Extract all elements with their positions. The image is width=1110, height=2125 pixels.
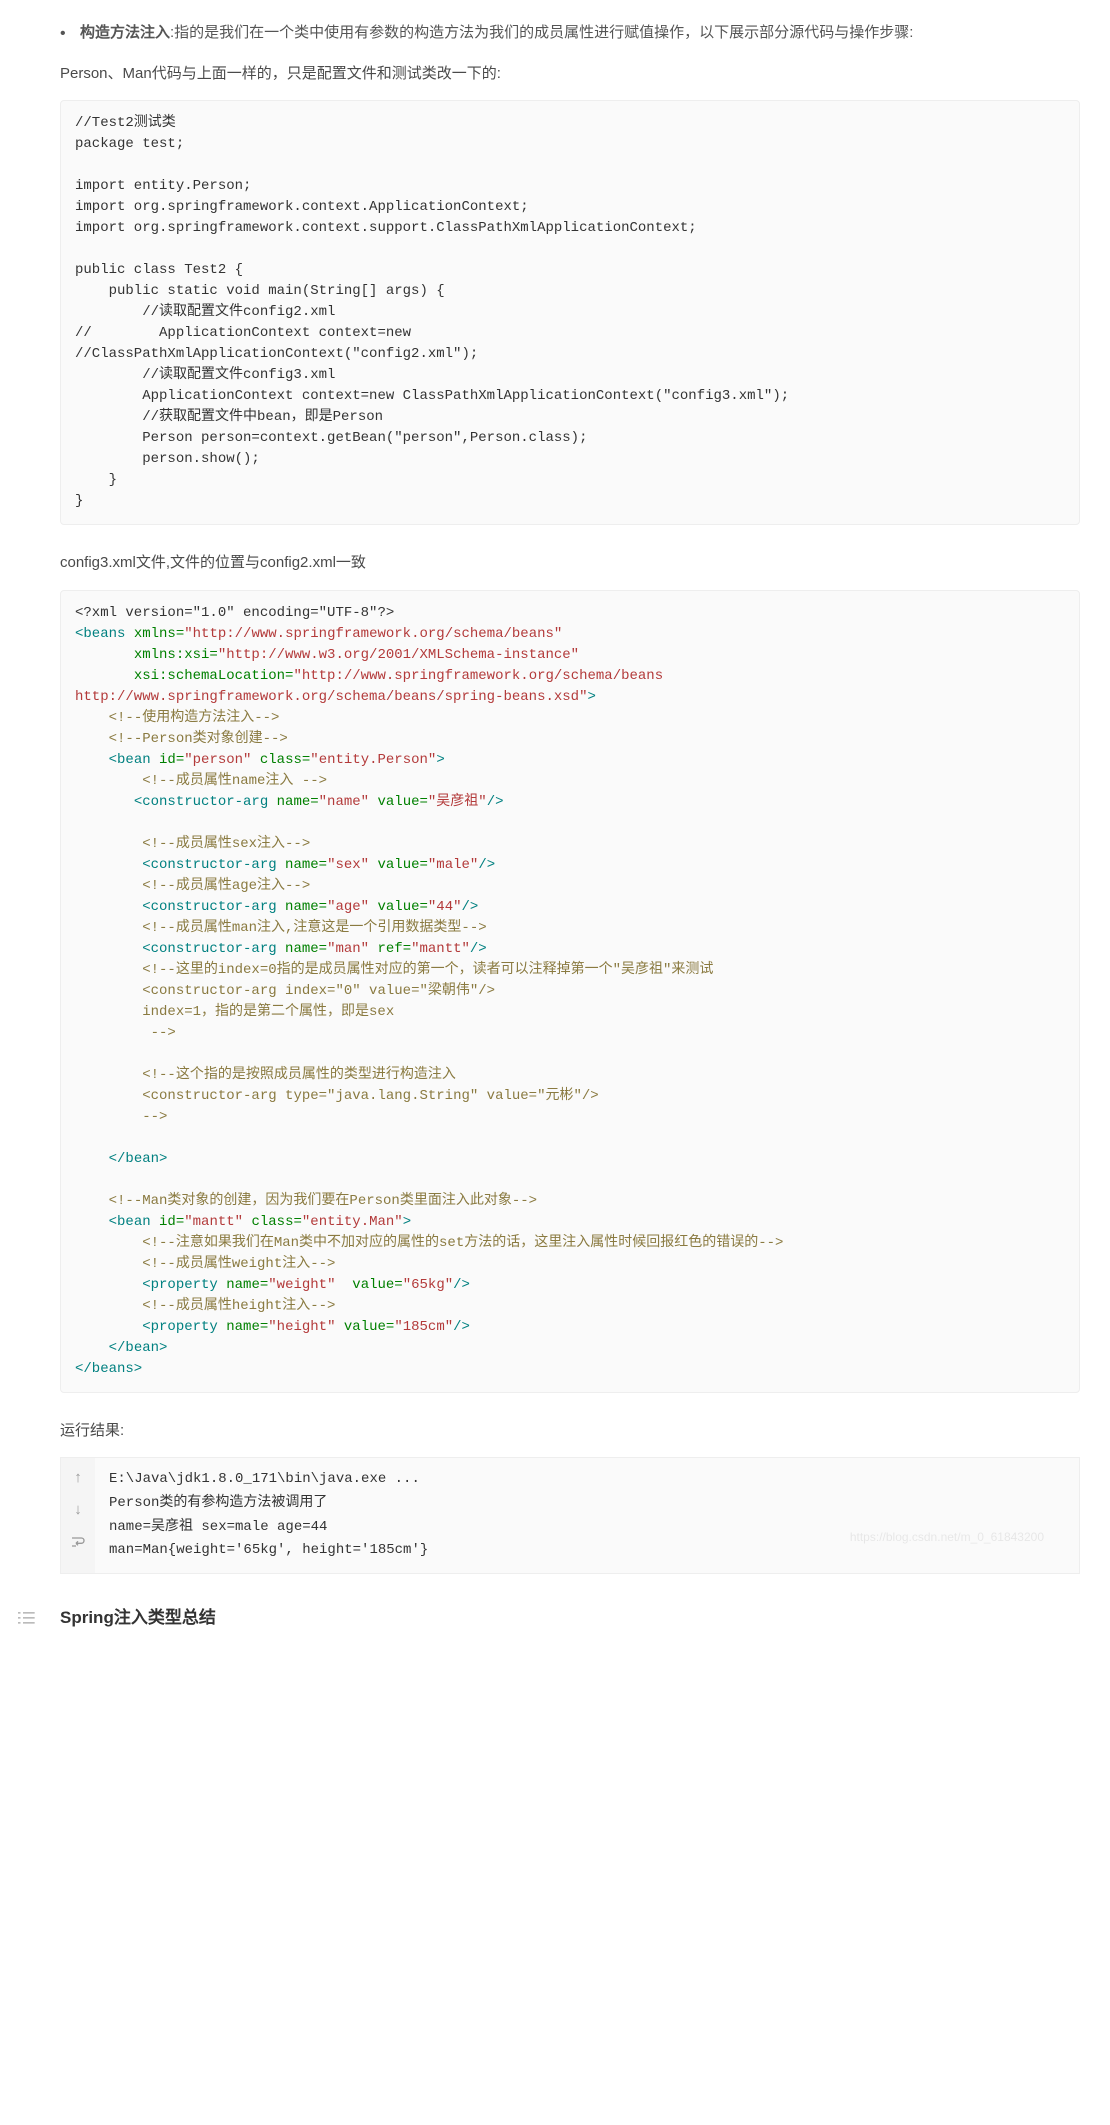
xml-comment: --> [142, 1025, 176, 1041]
xml-attr: value= [377, 857, 427, 873]
xml-comment: <!--这个指的是按照成员属性的类型进行构造注入 [142, 1067, 456, 1083]
xml-string: "sex" [327, 857, 369, 873]
xml-tag: > [587, 689, 595, 705]
list-icon [18, 1606, 38, 1622]
bullet-desc: :指的是我们在一个类中使用有参数的构造方法为我们的成员属性进行赋值操作，以下展示… [170, 24, 913, 41]
xml-comment: <constructor-arg type="java.lang.String"… [142, 1088, 598, 1104]
bullet-item: 构造方法注入:指的是我们在一个类中使用有参数的构造方法为我们的成员属性进行赋值操… [60, 20, 1080, 46]
xml-string: "65kg" [403, 1277, 453, 1293]
xml-comment: <!--成员属性man注入,注意这是一个引用数据类型--> [142, 920, 486, 936]
xml-attr: class= [251, 1214, 301, 1230]
xml-tag: /> [478, 857, 495, 873]
xml-comment: <!--这里的index=0指的是成员属性对应的第一个，读者可以注释掉第一个"吴… [142, 962, 713, 978]
xml-comment: <!--成员属性age注入--> [142, 878, 310, 894]
xml-comment: index=1，指的是第二个属性，即是sex [142, 1004, 394, 1020]
xml-string: "吴彦祖" [428, 794, 487, 810]
xml-tag-end: </bean> [109, 1340, 168, 1356]
output-block: ↑ ↓ E:\Java\jdk1.8.0_171\bin\java.exe ..… [60, 1457, 1080, 1574]
xml-comment: <!--Man类对象的创建，因为我们要在Person类里面注入此对象--> [109, 1193, 537, 1209]
xml-comment: <!--Person类对象创建--> [109, 731, 288, 747]
xml-tag: <bean [109, 752, 151, 768]
xml-attr: id= [159, 752, 184, 768]
xml-string: "entity.Man" [302, 1214, 403, 1230]
xml-comment: <!--成员属性sex注入--> [142, 836, 310, 852]
xml-attr: name= [285, 899, 327, 915]
output-sidebar: ↑ ↓ [61, 1458, 95, 1573]
xml-tag: /> [470, 941, 487, 957]
xml-comment: <!--注意如果我们在Man类中不加对应的属性的set方法的话，这里注入属性时候… [142, 1235, 783, 1251]
xml-attr: id= [159, 1214, 184, 1230]
xml-attr: name= [277, 794, 319, 810]
xml-tag: /> [453, 1277, 470, 1293]
xml-string: "person" [184, 752, 251, 768]
xml-attr: ref= [377, 941, 411, 957]
xml-tag: <constructor-arg [142, 899, 276, 915]
xml-string: "185cm" [394, 1319, 453, 1335]
xml-comment: <!--使用构造方法注入--> [109, 710, 280, 726]
xml-tag: <constructor-arg [142, 857, 276, 873]
xml-comment: <constructor-arg index="0" value="梁朝伟"/> [142, 983, 495, 999]
xml-string: "http://www.w3.org/2001/XMLSchema-instan… [218, 647, 579, 663]
xml-tag: <constructor-arg [142, 941, 276, 957]
xml-string: "male" [428, 857, 478, 873]
xml-tag: <beans [75, 626, 125, 642]
xml-string: "name" [319, 794, 369, 810]
xml-tag-end: </beans> [75, 1361, 142, 1377]
xml-string: "age" [327, 899, 369, 915]
xml-string: "mantt" [184, 1214, 243, 1230]
xml-attr: name= [226, 1277, 268, 1293]
xml-attr: class= [260, 752, 310, 768]
xml-tag: /> [462, 899, 479, 915]
paragraph: config3.xml文件,文件的位置与config2.xml一致 [60, 550, 1080, 576]
xml-attr: name= [226, 1319, 268, 1335]
xml-attr: name= [285, 857, 327, 873]
xml-attr: xsi:schemaLocation= [134, 668, 294, 684]
watermark-text: https://blog.csdn.net/m_0_61843200 [850, 1527, 1044, 1547]
xml-tag: <property [142, 1319, 218, 1335]
xml-tag-end: </bean> [109, 1151, 168, 1167]
xml-string: "entity.Person" [310, 752, 436, 768]
xml-comment: <!--成员属性height注入--> [142, 1298, 335, 1314]
xml-attr: name= [285, 941, 327, 957]
xml-tag: > [403, 1214, 411, 1230]
arrow-up-icon[interactable]: ↑ [70, 1470, 86, 1486]
bullet-text: 构造方法注入:指的是我们在一个类中使用有参数的构造方法为我们的成员属性进行赋值操… [80, 24, 913, 41]
section-heading: Spring注入类型总结 [60, 1604, 1080, 1633]
output-text: E:\Java\jdk1.8.0_171\bin\java.exe ... Pe… [95, 1458, 1079, 1573]
arrow-down-icon[interactable]: ↓ [70, 1502, 86, 1518]
xml-attr: xmlns:xsi= [134, 647, 218, 663]
bullet-label: 构造方法注入 [80, 24, 170, 41]
wrap-icon[interactable] [70, 1534, 86, 1550]
xml-tag: > [436, 752, 444, 768]
xml-tag: /> [453, 1319, 470, 1335]
paragraph: Person、Man代码与上面一样的，只是配置文件和测试类改一下的: [60, 61, 1080, 87]
xml-string: "weight" [268, 1277, 335, 1293]
xml-comment: <!--成员属性name注入 --> [142, 773, 327, 789]
heading-text: Spring注入类型总结 [60, 1608, 216, 1627]
xml-tag: <property [142, 1277, 218, 1293]
xml-attr: value= [344, 1319, 394, 1335]
xml-comment: <!--成员属性weight注入--> [142, 1256, 335, 1272]
paragraph: 运行结果: [60, 1418, 1080, 1444]
xml-attr: value= [377, 899, 427, 915]
xml-string: "mantt" [411, 941, 470, 957]
xml-string: "http://www.springframework.org/schema/b… [184, 626, 562, 642]
code-block-java: //Test2测试类 package test; import entity.P… [60, 100, 1080, 525]
xml-pi: <?xml version="1.0" encoding="UTF-8"?> [75, 605, 394, 621]
xml-attr: xmlns= [134, 626, 184, 642]
xml-comment: --> [142, 1109, 167, 1125]
java-code: //Test2测试类 package test; import entity.P… [75, 115, 789, 509]
xml-string: "height" [268, 1319, 335, 1335]
xml-string: "http://www.springframework.org/schema/b… [293, 668, 663, 684]
xml-tag: <constructor-arg [134, 794, 268, 810]
xml-tag: /> [487, 794, 504, 810]
xml-tag: <bean [109, 1214, 151, 1230]
xml-attr: value= [352, 1277, 402, 1293]
xml-string: "man" [327, 941, 369, 957]
xml-string: http://www.springframework.org/schema/be… [75, 689, 587, 705]
xml-attr: value= [377, 794, 427, 810]
xml-string: "44" [428, 899, 462, 915]
code-block-xml: <?xml version="1.0" encoding="UTF-8"?> <… [60, 590, 1080, 1393]
